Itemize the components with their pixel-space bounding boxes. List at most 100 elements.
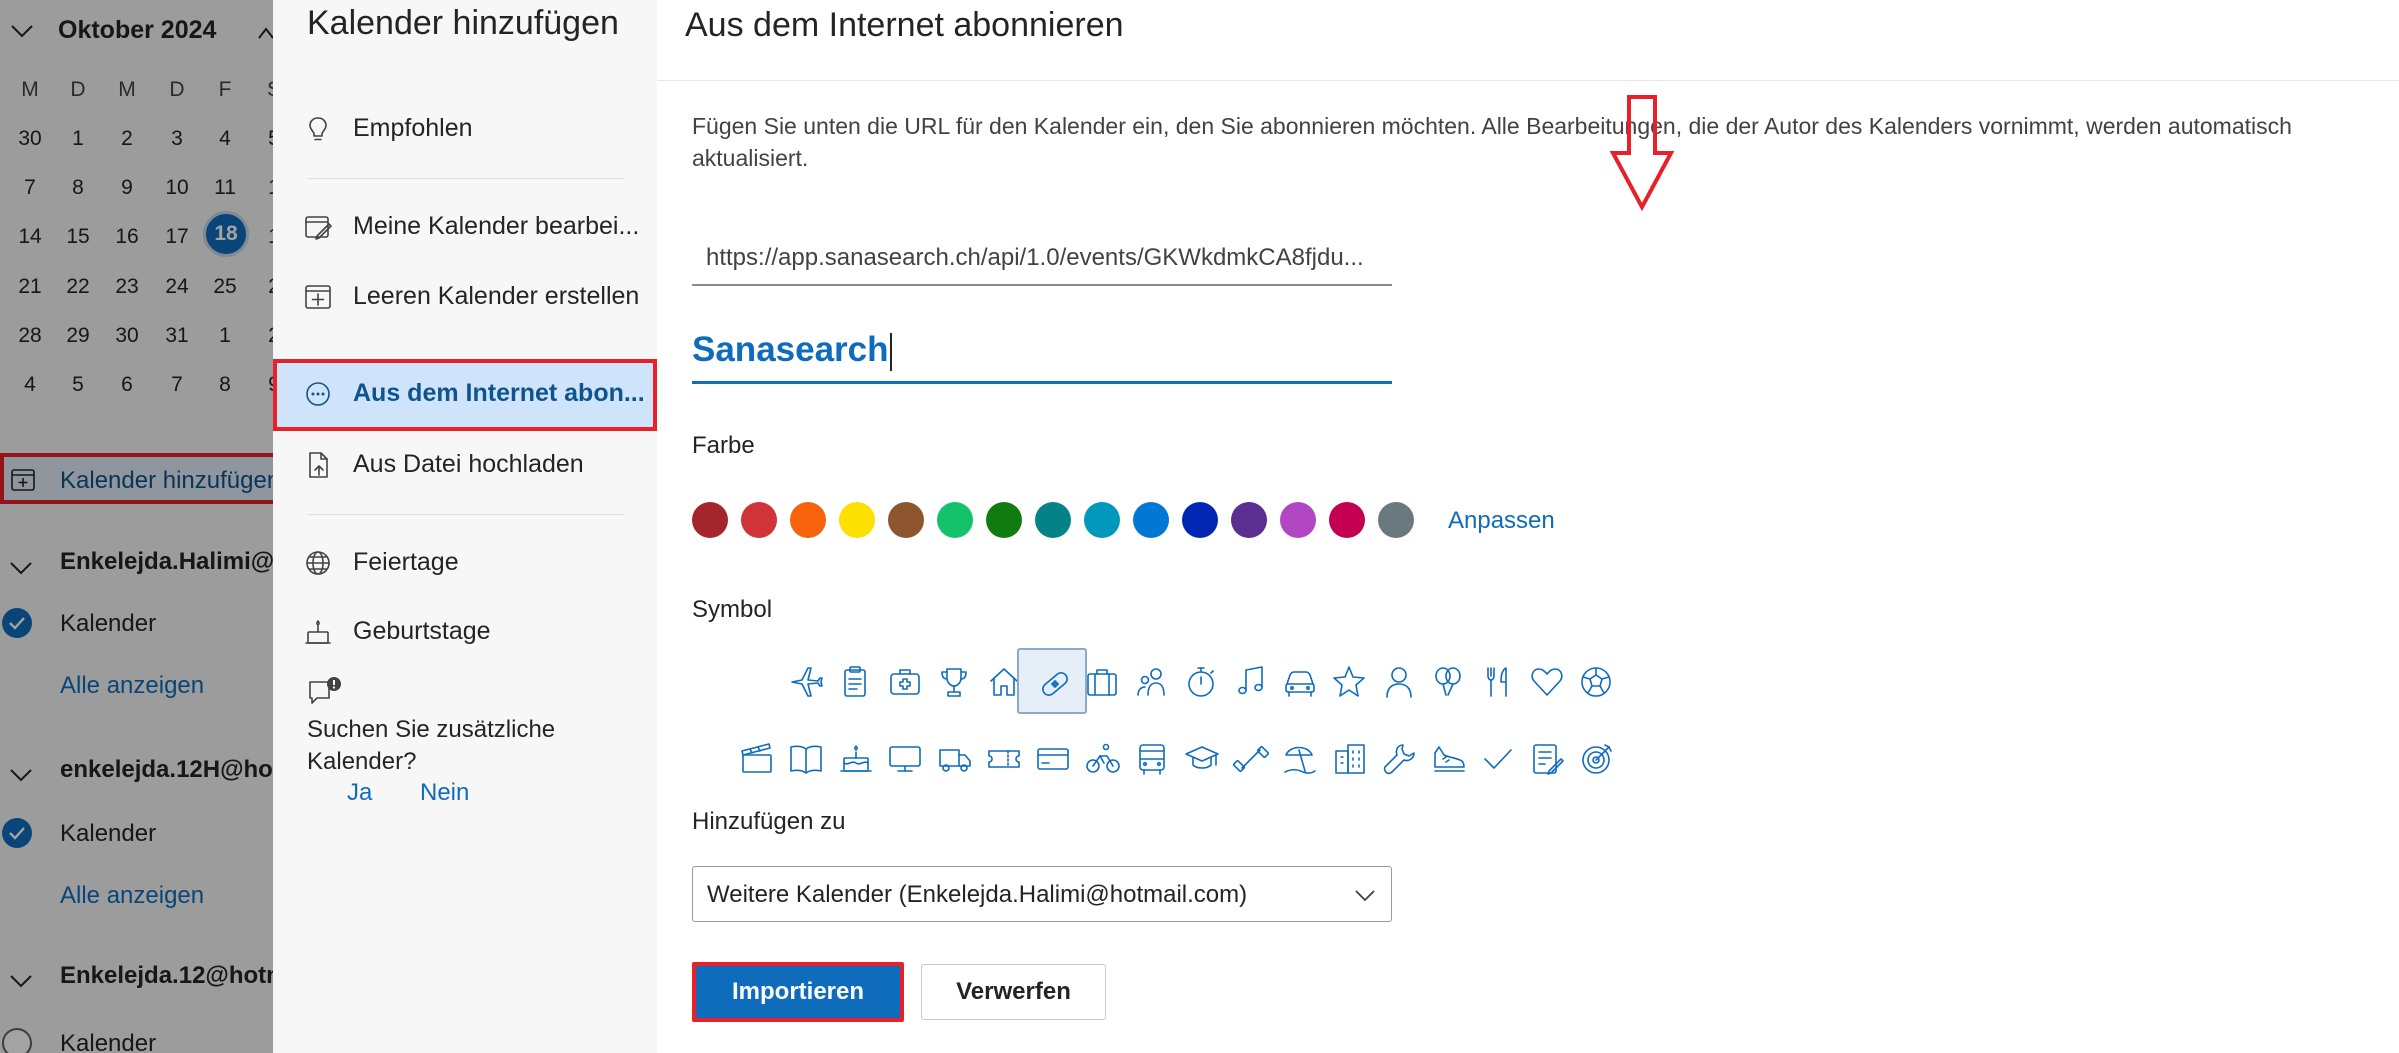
unchecked-circle-icon[interactable]: [2, 1028, 32, 1053]
soccer-ball-icon[interactable]: [1560, 648, 1630, 714]
calendar-day[interactable]: 3: [153, 127, 201, 151]
cake-icon: [305, 620, 331, 644]
calendar-name-input[interactable]: Sanasearch: [692, 320, 1392, 384]
color-swatch[interactable]: [1231, 502, 1267, 538]
color-swatch[interactable]: [692, 502, 728, 538]
show-all-link[interactable]: Alle anzeigen: [60, 672, 204, 700]
account-name[interactable]: Enkelejda.12@hotm: [60, 962, 273, 990]
calendar-day[interactable]: 1: [250, 225, 273, 249]
calendar-day[interactable]: 30: [6, 127, 54, 151]
chevron-up-icon[interactable]: [258, 20, 273, 46]
color-swatch[interactable]: [790, 502, 826, 538]
calendar-day[interactable]: 11: [201, 176, 249, 200]
link-icon: [306, 382, 330, 406]
menu-item-birthdays[interactable]: Geburtstage: [273, 597, 657, 669]
url-input[interactable]: https://app.sanasearch.ch/api/1.0/events…: [692, 230, 1392, 286]
calendar-day[interactable]: 17: [153, 225, 201, 249]
menu-item-edit-calendars[interactable]: Meine Kalender bearbei...: [273, 192, 657, 264]
calendar-day[interactable]: 31: [153, 324, 201, 348]
calendar-item[interactable]: Kalender: [60, 820, 156, 848]
calendar-day[interactable]: 7: [153, 373, 201, 397]
calendar-day[interactable]: 9: [103, 176, 151, 200]
calendar-day[interactable]: 7: [6, 176, 54, 200]
color-swatch[interactable]: [986, 502, 1022, 538]
calendar-day[interactable]: 28: [6, 324, 54, 348]
color-swatch[interactable]: [839, 502, 875, 538]
menu-item-label: Aus Datei hochladen: [353, 450, 584, 478]
calendar-day[interactable]: 29: [54, 324, 102, 348]
more-calendars-question: Suchen Sie zusätzliche Kalender?: [307, 716, 556, 775]
add-calendar-button[interactable]: Kalender hinzufügen: [0, 453, 273, 504]
color-swatch[interactable]: [1035, 502, 1071, 538]
calendar-day[interactable]: 6: [103, 373, 151, 397]
divider: [307, 178, 625, 179]
menu-item-label: Aus dem Internet abon...: [353, 379, 645, 407]
add-calendar-menu: Kalender hinzufügen Empfohlen Meine Kale…: [273, 0, 657, 1053]
mini-calendar-header[interactable]: Oktober 2024: [10, 16, 216, 45]
account-name[interactable]: Enkelejda.Halimi@h: [60, 548, 273, 576]
menu-item-create-blank[interactable]: Leeren Kalender erstellen: [273, 262, 657, 334]
checkmark-icon[interactable]: [2, 818, 32, 848]
calendar-day[interactable]: 23: [103, 275, 151, 299]
calendar-day[interactable]: 2: [250, 275, 273, 299]
calendar-day[interactable]: 4: [6, 373, 54, 397]
menu-item-recommended[interactable]: Empfohlen: [273, 94, 657, 166]
calendar-day[interactable]: 1: [54, 127, 102, 151]
description-text: Fügen Sie unten die URL für den Kalender…: [692, 113, 2292, 171]
color-swatch[interactable]: [888, 502, 924, 538]
menu-item-label: Leeren Kalender erstellen: [353, 282, 640, 310]
discard-button[interactable]: Verwerfen: [921, 964, 1106, 1020]
checkmark-icon[interactable]: [2, 608, 32, 638]
chevron-down-icon[interactable]: [8, 762, 34, 788]
calendar-day[interactable]: 8: [54, 176, 102, 200]
calendar-day[interactable]: 5: [54, 373, 102, 397]
color-swatch[interactable]: [741, 502, 777, 538]
import-button[interactable]: Importieren: [692, 962, 904, 1022]
menu-item-subscribe-web[interactable]: Aus dem Internet abon...: [273, 359, 657, 431]
color-swatch[interactable]: [1182, 502, 1218, 538]
chevron-down-icon[interactable]: [8, 555, 34, 581]
chevron-down-icon[interactable]: [8, 968, 34, 994]
calendar-day[interactable]: 21: [6, 275, 54, 299]
menu-item-label: Geburtstage: [353, 617, 491, 645]
calendar-day[interactable]: 15: [54, 225, 102, 249]
calendar-day[interactable]: 2: [250, 324, 273, 348]
calendar-day[interactable]: 1: [201, 324, 249, 348]
yes-button[interactable]: Ja: [347, 779, 372, 807]
color-swatch[interactable]: [1280, 502, 1316, 538]
calendar-item[interactable]: Kalender: [60, 610, 156, 638]
calendar-day[interactable]: 16: [103, 225, 151, 249]
calendar-day[interactable]: 9: [250, 373, 273, 397]
customize-color-link[interactable]: Anpassen: [1448, 507, 1555, 535]
add-to-dropdown[interactable]: Weitere Kalender (Enkelejda.Halimi@hotma…: [692, 866, 1392, 922]
calendar-day[interactable]: 25: [201, 275, 249, 299]
menu-item-holidays[interactable]: Feiertage: [273, 528, 657, 600]
color-swatch[interactable]: [1133, 502, 1169, 538]
calendar-day[interactable]: 22: [54, 275, 102, 299]
show-all-link[interactable]: Alle anzeigen: [60, 882, 204, 910]
color-swatch[interactable]: [1329, 502, 1365, 538]
calendar-day[interactable]: 1: [250, 176, 273, 200]
calendar-day[interactable]: 24: [153, 275, 201, 299]
url-value: https://app.sanasearch.ch/api/1.0/events…: [706, 244, 1364, 271]
calendar-day[interactable]: 14: [6, 225, 54, 249]
calendar-day[interactable]: 10: [153, 176, 201, 200]
calendar-day[interactable]: 2: [103, 127, 151, 151]
color-swatch[interactable]: [1084, 502, 1120, 538]
account-name[interactable]: enkelejda.12H@hot: [60, 756, 273, 784]
calendar-day[interactable]: 4: [201, 127, 249, 151]
color-swatch[interactable]: [1378, 502, 1414, 538]
weekday-header: D: [70, 78, 86, 101]
color-swatch[interactable]: [937, 502, 973, 538]
calendar-item[interactable]: Kalender: [60, 1030, 156, 1053]
calendar-day[interactable]: 30: [103, 324, 151, 348]
today-date: 18: [214, 222, 238, 245]
page-title: Aus dem Internet abonnieren: [685, 6, 1124, 44]
target-icon[interactable]: [1561, 725, 1631, 791]
add-to-value: Weitere Kalender (Enkelejda.Halimi@hotma…: [707, 881, 1248, 908]
menu-item-upload-file[interactable]: Aus Datei hochladen: [273, 430, 657, 502]
no-button[interactable]: Nein: [420, 779, 469, 807]
calendar-day[interactable]: 5: [250, 127, 273, 151]
edit-calendar-icon: [305, 216, 332, 240]
calendar-day[interactable]: 8: [201, 373, 249, 397]
